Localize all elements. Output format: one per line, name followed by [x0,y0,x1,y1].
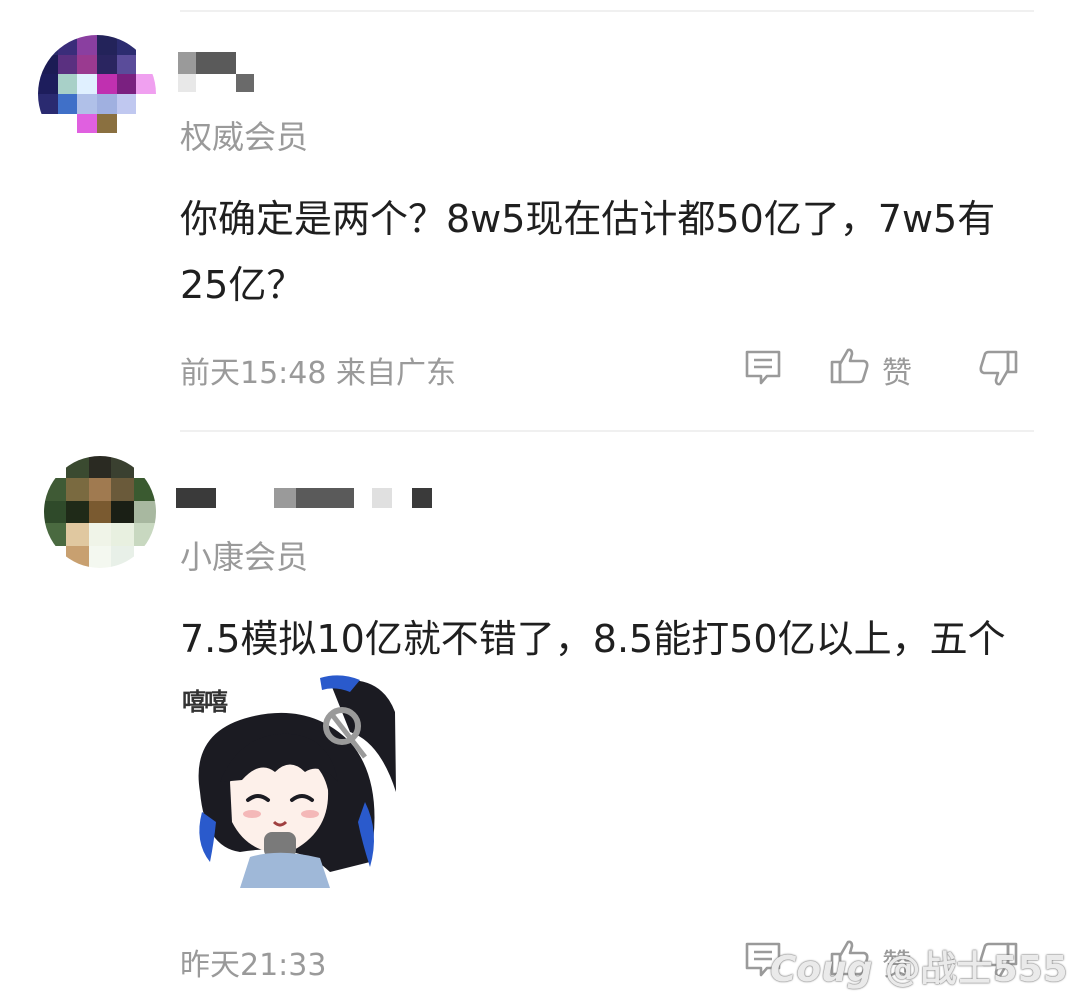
comment-divider [180,430,1034,432]
avatar[interactable] [44,456,156,568]
username-pixelated[interactable] [178,52,268,98]
watermark: Coug @战士555 [770,940,1068,992]
comment-text: 你确定是两个？8w5现在估计都50亿了，7w5有25亿？ [180,197,996,307]
top-divider [180,10,1034,12]
watermark-logo: Coug [770,949,873,990]
thumbs-up-icon [828,344,872,396]
timestamp-location: 昨天21:33 [180,948,327,983]
username-pixelated[interactable] [176,486,446,532]
comment-text: 7.5模拟10亿就不错了，8.5能打50亿以上，五个 [180,617,1006,661]
sticker-image[interactable]: 嘻嘻 [180,672,396,888]
timestamp-location: 前天15:48 来自广东 [180,356,456,391]
member-badge: 权威会员 [180,118,309,156]
dislike-button[interactable] [976,346,1020,398]
comment-bubble-icon [742,346,784,396]
thumbs-down-icon [976,346,1020,398]
like-button[interactable]: 赞 [828,344,912,396]
member-badge: 小康会员 [180,538,309,576]
watermark-text: @战士555 [884,949,1068,990]
sticker-caption: 嘻嘻 [182,688,228,716]
reply-button[interactable] [742,346,784,396]
like-label: 赞 [882,356,912,391]
avatar[interactable] [38,35,156,153]
